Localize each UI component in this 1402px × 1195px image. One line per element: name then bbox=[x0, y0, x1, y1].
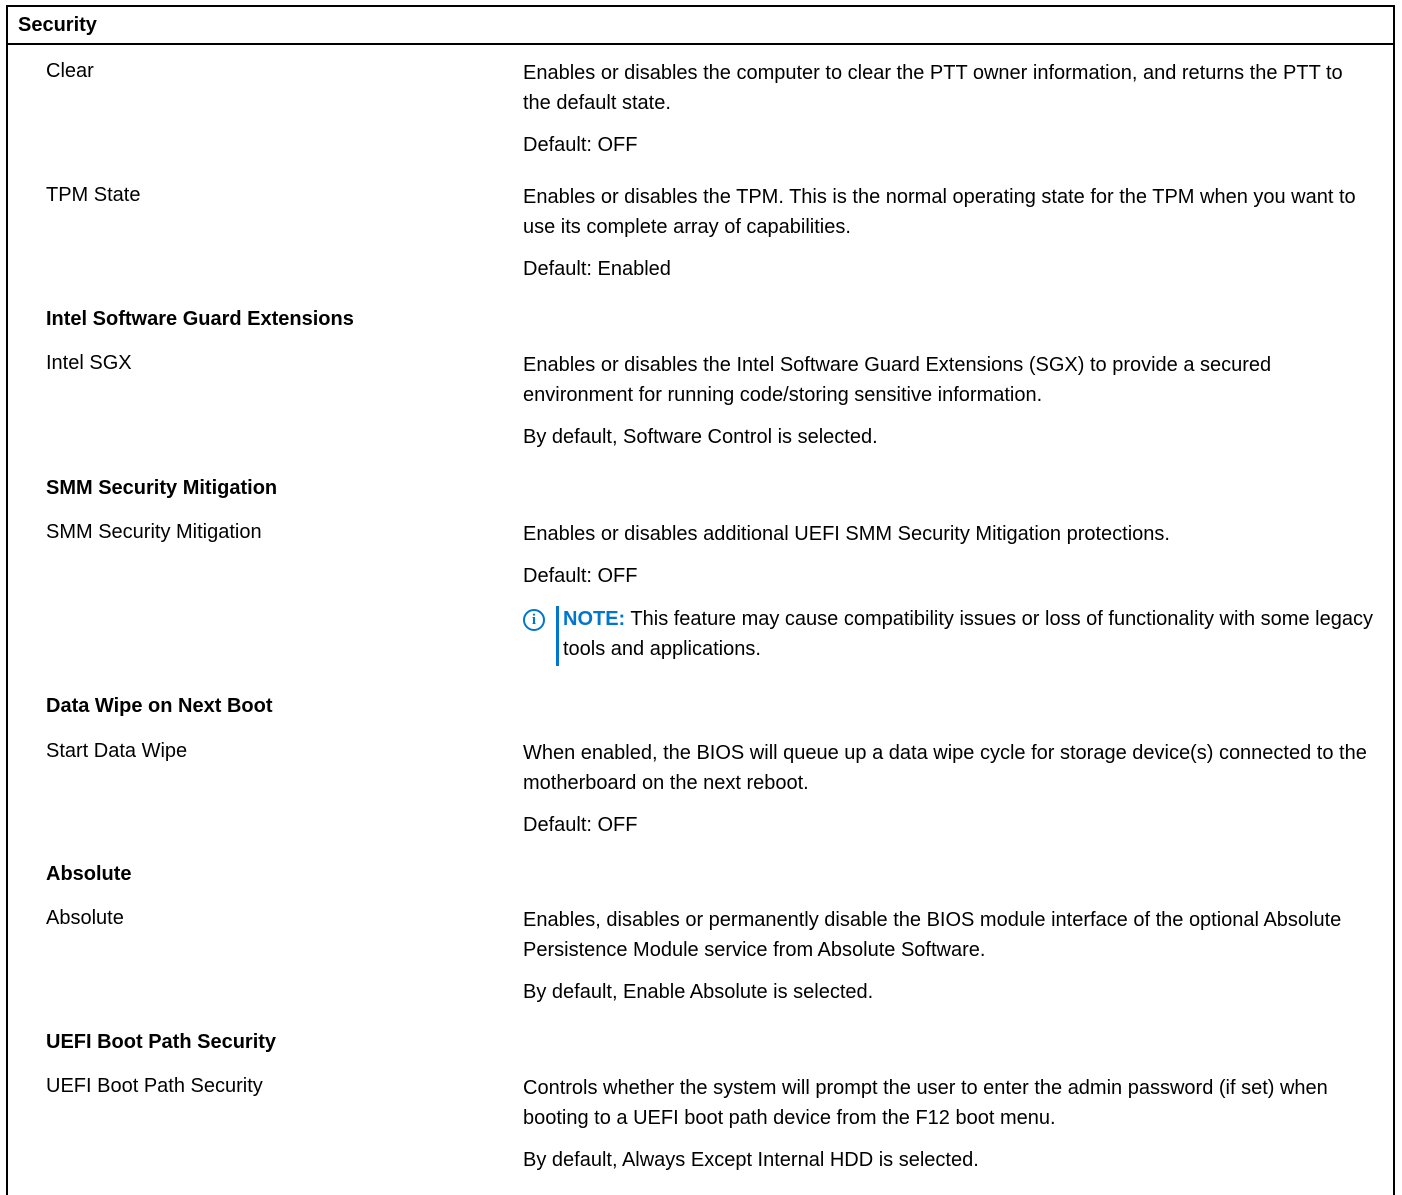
default-value: By default, Enable Absolute is selected. bbox=[523, 981, 874, 1003]
default-value: Default: OFF bbox=[523, 814, 638, 836]
setting-desc-smm: Enables or disables additional UEFI SMM … bbox=[523, 519, 1373, 591]
setting-label-clear: Clear bbox=[46, 60, 94, 82]
table-title: Security bbox=[8, 7, 1393, 45]
default-value: By default, Software Control is selected… bbox=[523, 426, 878, 448]
setting-label-tpm-state: TPM State bbox=[46, 184, 141, 206]
setting-desc-intel-sgx: Enables or disables the Intel Software G… bbox=[523, 350, 1373, 452]
section-heading-sgx: Intel Software Guard Extensions bbox=[46, 308, 354, 330]
info-icon: i bbox=[523, 609, 545, 631]
setting-label-smm: SMM Security Mitigation bbox=[46, 521, 262, 543]
default-value: Default: OFF bbox=[523, 134, 638, 156]
description-text: Controls whether the system will prompt … bbox=[523, 1077, 1328, 1129]
section-heading-data-wipe: Data Wipe on Next Boot bbox=[46, 695, 273, 717]
description-text: Enables, disables or permanently disable… bbox=[523, 909, 1342, 961]
section-heading-uefi-boot-path: UEFI Boot Path Security bbox=[46, 1031, 277, 1053]
setting-desc-absolute: Enables, disables or permanently disable… bbox=[523, 905, 1373, 1007]
setting-desc-uefi-boot-path: Controls whether the system will prompt … bbox=[523, 1073, 1373, 1175]
description-text: Enables or disables the computer to clea… bbox=[523, 62, 1343, 114]
setting-desc-tpm-state: Enables or disables the TPM. This is the… bbox=[523, 182, 1373, 284]
default-value: By default, Always Except Internal HDD i… bbox=[523, 1149, 979, 1171]
description-text: Enables or disables the TPM. This is the… bbox=[523, 186, 1356, 238]
note-body: This feature may cause compatibility iss… bbox=[563, 608, 1373, 660]
description-text: When enabled, the BIOS will queue up a d… bbox=[523, 742, 1367, 794]
setting-desc-clear: Enables or disables the computer to clea… bbox=[523, 58, 1373, 160]
setting-label-uefi-boot-path: UEFI Boot Path Security bbox=[46, 1075, 263, 1097]
setting-desc-start-data-wipe: When enabled, the BIOS will queue up a d… bbox=[523, 738, 1373, 840]
section-heading-smm: SMM Security Mitigation bbox=[46, 477, 278, 499]
setting-label-intel-sgx: Intel SGX bbox=[46, 352, 132, 374]
description-text: Enables or disables the Intel Software G… bbox=[523, 354, 1272, 406]
note-divider bbox=[556, 606, 559, 666]
note-label: NOTE: bbox=[563, 608, 626, 630]
default-value: Default: Enabled bbox=[523, 258, 671, 280]
note-text: NOTE: This feature may cause compatibili… bbox=[563, 604, 1373, 664]
default-value: Default: OFF bbox=[523, 565, 638, 587]
section-heading-absolute: Absolute bbox=[46, 863, 132, 885]
setting-label-absolute: Absolute bbox=[46, 907, 124, 929]
description-text: Enables or disables additional UEFI SMM … bbox=[523, 523, 1170, 545]
setting-label-start-data-wipe: Start Data Wipe bbox=[46, 740, 188, 762]
